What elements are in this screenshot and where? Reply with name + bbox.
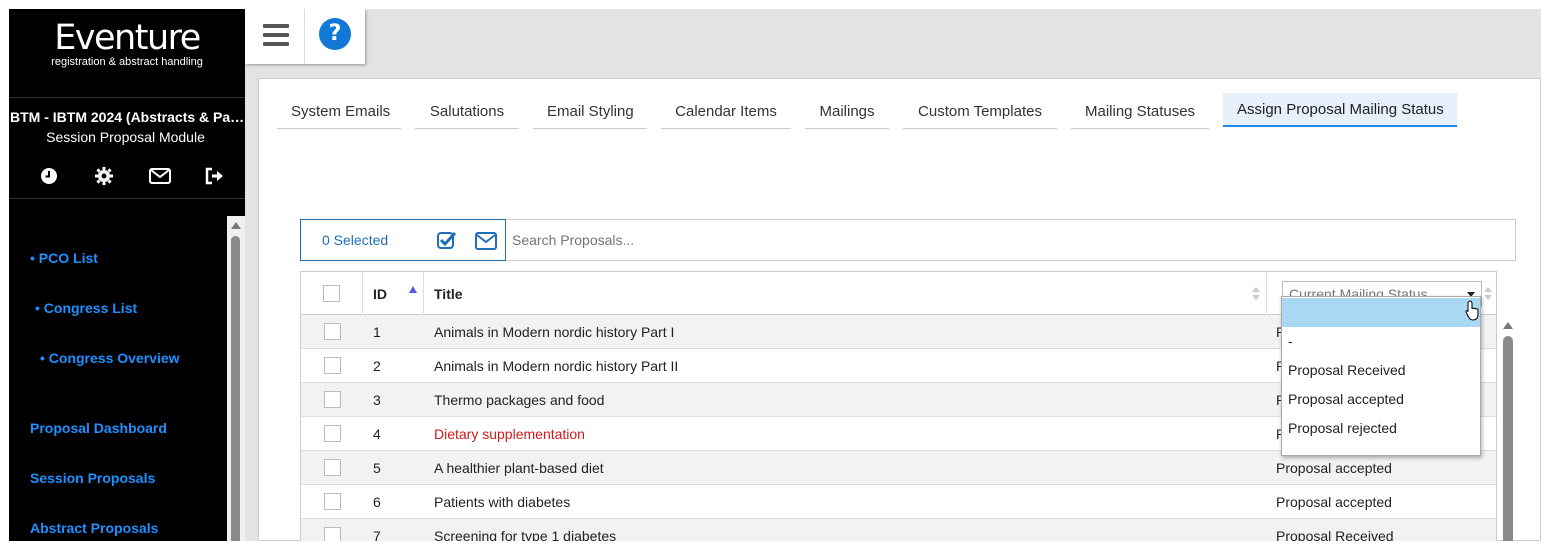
menu-icon[interactable]: [263, 24, 289, 46]
module-title: Session Proposal Module: [46, 129, 205, 145]
dropdown-option-dash[interactable]: -: [1282, 327, 1480, 356]
sidebar-nav: • PCO List • Congress List • Congress Ov…: [9, 199, 227, 541]
row-checkbox[interactable]: [324, 493, 341, 510]
hand-cursor-icon: [1465, 300, 1479, 321]
tab-custom-templates[interactable]: Custom Templates: [903, 95, 1057, 129]
sidebar-icon-bar: [37, 165, 227, 187]
clock-icon[interactable]: [37, 165, 61, 187]
table-row[interactable]: 7 Screening for type 1 diabetes Proposal…: [300, 519, 1497, 541]
column-header-title[interactable]: Title: [434, 286, 463, 302]
tab-salutations[interactable]: Salutations: [415, 95, 519, 129]
nav-item-congress-list[interactable]: • Congress List: [35, 300, 137, 316]
scroll-up-arrow-icon[interactable]: [1503, 322, 1513, 329]
row-id: 5: [373, 460, 381, 476]
nav-item-session-proposals[interactable]: Session Proposals: [30, 470, 155, 486]
sort-icon[interactable]: [1252, 287, 1260, 301]
row-checkbox[interactable]: [324, 425, 341, 442]
tab-mailings[interactable]: Mailings: [805, 95, 889, 129]
row-title[interactable]: Screening for type 1 diabetes: [434, 528, 616, 541]
row-id: 1: [373, 324, 381, 340]
sidebar-scrollbar[interactable]: [227, 216, 245, 541]
search-input[interactable]: [506, 219, 1516, 261]
envelope-icon[interactable]: [148, 165, 172, 187]
row-title[interactable]: Patients with diabetes: [434, 494, 570, 510]
row-title[interactable]: Animals in Modern nordic history Part I: [434, 324, 674, 340]
top-action-box: ?: [245, 9, 365, 64]
scrollbar-thumb[interactable]: [1503, 336, 1513, 541]
select-all-checkbox[interactable]: [323, 285, 340, 302]
logo-text: Eventure: [54, 18, 201, 58]
column-header-id[interactable]: ID: [373, 286, 387, 302]
row-checkbox[interactable]: [324, 391, 341, 408]
table-row[interactable]: 5 A healthier plant-based diet Proposal …: [300, 451, 1497, 485]
gear-icon[interactable]: [92, 165, 116, 187]
event-title: BTM - IBTM 2024 (Abstracts & Participant…: [10, 109, 245, 125]
dropdown-option-proposal-accepted[interactable]: Proposal accepted: [1282, 385, 1480, 414]
row-title[interactable]: A healthier plant-based diet: [434, 460, 604, 476]
selection-box: 0 Selected: [300, 219, 506, 261]
tab-mailing-statuses[interactable]: Mailing Statuses: [1071, 95, 1209, 129]
row-id: 4: [373, 426, 381, 442]
logo-subtitle: registration & abstract handling: [51, 56, 203, 68]
row-id: 7: [373, 528, 381, 541]
table-row[interactable]: 6 Patients with diabetes Proposal accept…: [300, 485, 1497, 519]
sort-icon[interactable]: [1484, 287, 1492, 301]
row-checkbox[interactable]: [324, 527, 341, 541]
row-title[interactable]: Animals in Modern nordic history Part II: [434, 358, 678, 374]
row-id: 6: [373, 494, 381, 510]
dropdown-option-blank[interactable]: [1282, 298, 1480, 327]
dropdown-option-proposal-rejected[interactable]: Proposal rejected: [1282, 414, 1480, 443]
row-checkbox[interactable]: [324, 323, 341, 340]
row-checkbox[interactable]: [324, 459, 341, 476]
divider: [9, 97, 245, 98]
tab-email-styling[interactable]: Email Styling: [533, 95, 647, 129]
table-scrollbar[interactable]: [1501, 318, 1515, 541]
check-square-icon[interactable]: [437, 230, 457, 250]
table-toolbar: 0 Selected: [300, 219, 1516, 261]
dropdown-option-proposal-received[interactable]: Proposal Received: [1282, 356, 1480, 385]
sidebar: Eventure registration & abstract handlin…: [9, 9, 245, 541]
tab-assign-proposal-mailing-status[interactable]: Assign Proposal Mailing Status: [1223, 93, 1457, 127]
sign-out-icon[interactable]: [203, 165, 227, 187]
row-id: 2: [373, 358, 381, 374]
nav-item-congress-overview[interactable]: • Congress Overview: [40, 350, 180, 366]
row-status: Proposal accepted: [1276, 460, 1392, 476]
envelope-icon[interactable]: [475, 232, 497, 250]
row-status: Proposal Received: [1276, 528, 1394, 541]
row-checkbox[interactable]: [324, 357, 341, 374]
row-title[interactable]: Thermo packages and food: [434, 392, 604, 408]
divider: [423, 272, 424, 316]
row-id: 3: [373, 392, 381, 408]
sort-ascending-icon[interactable]: [409, 286, 417, 293]
main-content: System Emails Salutations Email Styling …: [258, 78, 1541, 541]
scrollbar-thumb[interactable]: [231, 236, 240, 541]
divider: [1266, 272, 1267, 316]
divider: [304, 9, 305, 64]
tab-calendar-items[interactable]: Calendar Items: [661, 95, 791, 129]
nav-item-proposal-dashboard[interactable]: Proposal Dashboard: [30, 420, 167, 436]
row-status: Proposal accepted: [1276, 494, 1392, 510]
nav-item-abstract-proposals[interactable]: Abstract Proposals: [30, 520, 158, 536]
selected-count: 0 Selected: [322, 232, 389, 248]
app-frame: Eventure registration & abstract handlin…: [9, 9, 1541, 541]
divider: [362, 272, 363, 316]
nav-item-pco-list[interactable]: • PCO List: [30, 250, 98, 266]
row-title[interactable]: Dietary supplementation: [434, 426, 585, 442]
help-icon[interactable]: ?: [319, 18, 351, 50]
status-dropdown: - Proposal Received Proposal accepted Pr…: [1281, 296, 1481, 456]
logo[interactable]: Eventure registration & abstract handlin…: [9, 19, 245, 68]
scroll-up-arrow-icon[interactable]: [231, 222, 241, 229]
tab-system-emails[interactable]: System Emails: [277, 95, 401, 129]
